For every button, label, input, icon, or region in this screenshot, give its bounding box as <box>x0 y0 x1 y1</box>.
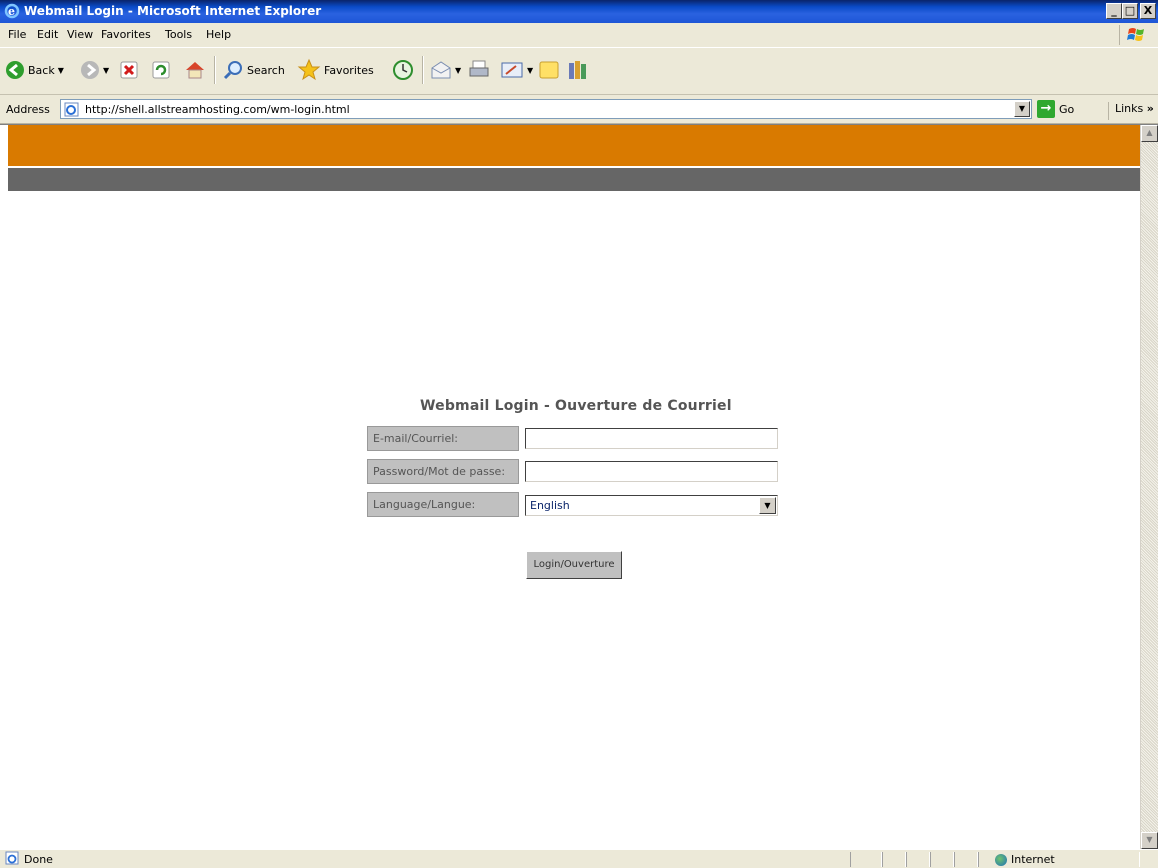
mail-dropdown-icon[interactable]: ▼ <box>455 66 461 75</box>
status-pane <box>850 852 882 867</box>
page-status-icon <box>5 851 19 865</box>
vertical-scrollbar[interactable]: ▲ ▼ <box>1140 125 1158 849</box>
status-pane <box>882 852 906 867</box>
search-icon <box>223 61 242 80</box>
address-url: http://shell.allstreamhosting.com/wm-log… <box>85 103 350 116</box>
status-pane <box>906 852 930 867</box>
edit-icon <box>501 62 523 78</box>
go-button[interactable]: → Go <box>1037 99 1074 119</box>
language-select[interactable]: English ▼ <box>525 495 778 516</box>
research-icon <box>569 61 586 79</box>
scroll-track[interactable] <box>1141 142 1158 832</box>
scroll-down-icon[interactable]: ▼ <box>1141 832 1158 849</box>
forward-dropdown-icon[interactable]: ▼ <box>103 66 109 75</box>
email-field[interactable] <box>525 428 778 449</box>
globe-icon <box>995 853 1007 866</box>
password-label: Password/Mot de passe: <box>367 459 519 484</box>
stop-icon <box>120 61 138 79</box>
page-icon <box>64 102 79 117</box>
sub-header-band <box>8 168 1140 191</box>
go-arrow-icon: → <box>1037 100 1055 118</box>
go-label: Go <box>1059 102 1075 116</box>
refresh-icon <box>152 61 170 79</box>
status-bar: Done Internet <box>0 849 1158 868</box>
links-button[interactable]: Links » <box>1108 102 1154 120</box>
favorites-label: Favorites <box>324 63 374 77</box>
language-selected: English <box>530 499 570 512</box>
refresh-button[interactable] <box>152 53 170 87</box>
status-pane <box>954 852 978 867</box>
home-icon <box>186 62 204 79</box>
status-pane <box>930 852 954 867</box>
close-button[interactable]: X <box>1140 3 1156 19</box>
menu-favorites[interactable]: Favorites <box>101 28 151 41</box>
mail-button[interactable]: ▼ <box>430 53 461 87</box>
forward-arrow-icon <box>81 61 99 79</box>
language-label: Language/Langue: <box>367 492 519 517</box>
discuss-button[interactable] <box>538 53 560 87</box>
menu-help[interactable]: Help <box>206 28 231 41</box>
menu-view[interactable]: View <box>67 28 93 41</box>
back-button[interactable]: Back ▼ <box>5 53 64 87</box>
login-button[interactable]: Login/Ouverture <box>526 551 622 579</box>
back-label: Back <box>28 63 55 77</box>
search-label: Search <box>247 63 285 77</box>
address-dropdown-icon[interactable]: ▼ <box>1014 101 1030 117</box>
title-bar: e Webmail Login - Microsoft Internet Exp… <box>0 0 1158 23</box>
login-heading: Webmail Login - Ouverture de Courriel <box>420 398 732 414</box>
history-button[interactable] <box>392 53 414 87</box>
back-dropdown-icon[interactable]: ▼ <box>58 66 64 75</box>
menu-tools[interactable]: Tools <box>165 28 192 41</box>
address-label: Address <box>6 103 50 116</box>
window-title: Webmail Login - Microsoft Internet Explo… <box>24 4 322 18</box>
password-field[interactable] <box>525 461 778 482</box>
edit-button[interactable]: ▼ <box>500 53 533 87</box>
note-icon <box>539 61 559 79</box>
menu-bar: File Edit View Favorites Tools Help <box>0 23 1158 48</box>
header-band <box>8 125 1140 166</box>
windows-logo-icon <box>1119 25 1152 45</box>
stop-button[interactable] <box>120 53 138 87</box>
menu-edit[interactable]: Edit <box>37 28 58 41</box>
forward-button[interactable]: ▼ <box>80 53 109 87</box>
history-icon <box>393 60 413 80</box>
security-zone: Internet <box>995 853 1055 866</box>
toolbar-separator <box>214 56 216 84</box>
maximize-button[interactable]: □ <box>1122 3 1138 19</box>
research-button[interactable] <box>566 53 588 87</box>
address-bar: Address http://shell.allstreamhosting.co… <box>0 95 1158 124</box>
toolbar: Back ▼ ▼ Search Favorites ▼ ▼ <box>0 48 1158 95</box>
home-button[interactable] <box>184 53 206 87</box>
status-text: Done <box>24 853 53 866</box>
toolbar-separator <box>422 56 424 84</box>
favorites-button[interactable]: Favorites <box>297 53 374 87</box>
print-button[interactable] <box>468 53 490 87</box>
svg-text:e: e <box>8 5 15 18</box>
mail-icon <box>431 61 451 79</box>
edit-dropdown-icon[interactable]: ▼ <box>527 66 533 75</box>
page-viewport: Webmail Login - Ouverture de Courriel E-… <box>0 124 1158 849</box>
printer-icon <box>469 60 489 77</box>
scroll-up-icon[interactable]: ▲ <box>1141 125 1158 142</box>
minimize-button[interactable]: _ <box>1106 3 1122 19</box>
chevron-down-icon[interactable]: ▼ <box>759 497 776 514</box>
star-icon <box>297 58 321 81</box>
ie-icon: e <box>4 3 20 19</box>
links-label: Links <box>1115 102 1144 115</box>
menu-file[interactable]: File <box>8 28 26 41</box>
zone-label: Internet <box>1011 853 1055 866</box>
address-input[interactable]: http://shell.allstreamhosting.com/wm-log… <box>60 99 1032 119</box>
back-arrow-icon <box>6 61 24 79</box>
chevron-right-icon: » <box>1146 102 1154 115</box>
search-button[interactable]: Search <box>222 53 285 87</box>
email-label: E-mail/Courriel: <box>367 426 519 451</box>
